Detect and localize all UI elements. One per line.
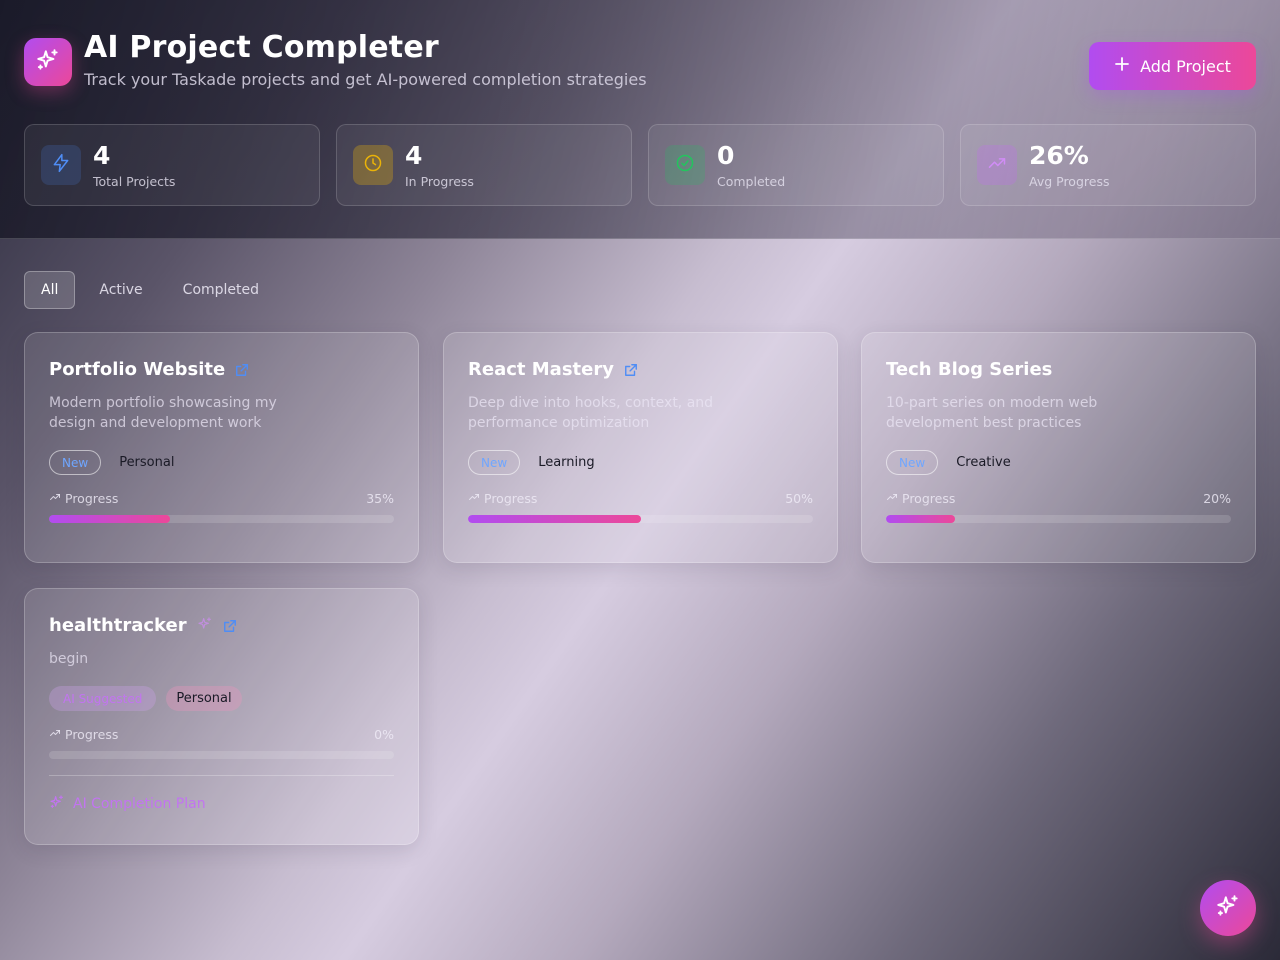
progress-bar-fill [468,515,641,523]
stat-label: In Progress [405,174,474,189]
external-link-icon[interactable] [223,619,237,633]
ai-assistant-fab[interactable] [1200,880,1256,936]
project-tags: New Personal [49,450,182,475]
project-description: 10-part series on modern web development… [886,395,1098,431]
trending-up-icon [49,727,61,742]
progress-bar [49,515,394,523]
check-circle-icon [675,153,695,177]
clock-icon [363,153,383,177]
progress-label: Progress [65,491,119,506]
project-title: Tech Blog Series [886,359,1053,380]
add-project-button[interactable]: Add Project [1089,42,1256,90]
trending-up-icon [987,153,1007,177]
stat-icon-box [977,145,1017,185]
stat-value: 4 [93,141,111,170]
project-title: Portfolio Website [49,359,226,380]
project-title: healthtracker [49,615,187,636]
stat-value: 26% [1029,141,1089,170]
tab-completed[interactable]: Completed [167,271,275,309]
tab-all[interactable]: All [24,271,76,309]
project-tags: AI Suggested Personal [49,686,242,711]
progress-percent: 20% [1203,491,1231,506]
progress-label: Progress [902,491,956,506]
status-badge: New [49,450,102,475]
progress-bar-fill [886,515,955,523]
progress-bar [468,515,813,523]
progress-percent: 50% [785,491,813,506]
project-tags: New Creative [886,450,1019,475]
category-badge: Learning [538,455,595,470]
sparkles-icon [49,794,65,814]
progress-row: Progress 20% [886,491,1231,506]
project-description: begin [49,651,89,667]
progress-label-group: Progress [468,491,537,506]
progress-bar [886,515,1231,523]
card-title-row: Tech Blog Series [886,359,1052,380]
page-title: AI Project Completer [84,30,439,65]
add-project-label: Add Project [1140,56,1231,76]
lightning-icon [51,153,71,177]
ai-completion-plan-label: AI Completion Plan [73,796,206,812]
status-badge: AI Suggested [49,686,157,711]
status-badge: New [886,450,939,475]
stat-label: Avg Progress [1029,174,1110,189]
progress-bar [49,751,394,759]
progress-percent: 0% [374,727,394,742]
filter-tabs: All Active Completed [24,271,275,309]
stat-icon-box [353,145,393,185]
trending-up-icon [886,491,898,506]
stat-icon-box [41,145,81,185]
card-title-row: healthtracker [49,615,237,636]
tab-active[interactable]: Active [83,271,158,309]
sparkles-icon [1215,893,1241,923]
progress-label-group: Progress [49,491,118,506]
progress-label: Progress [484,491,538,506]
stat-label: Completed [717,174,786,189]
plus-icon [1114,56,1130,76]
stat-value: 0 [717,141,735,170]
trending-up-icon [468,491,480,506]
sparkles-icon [35,47,61,77]
stat-value: 4 [405,141,423,170]
stat-card-completed: 0 Completed [648,124,944,206]
stat-card-avg-progress: 26% Avg Progress [960,124,1256,206]
sparkles-icon [197,616,213,636]
progress-percent: 35% [366,491,394,506]
project-card-tech-blog-series[interactable]: Tech Blog Series 10-part series on moder… [861,332,1256,563]
stat-card-in-progress: 4 In Progress [336,124,632,206]
ai-completion-plan-button[interactable]: AI Completion Plan [49,794,206,814]
project-card-react-mastery[interactable]: React Mastery Deep dive into hooks, cont… [443,332,838,563]
progress-label-group: Progress [49,727,118,742]
trending-up-icon [49,491,61,506]
stat-card-total-projects: 4 Total Projects [24,124,320,206]
project-title: React Mastery [468,359,614,380]
card-divider [49,775,394,776]
page-subtitle: Track your Taskade projects and get AI-p… [84,70,647,89]
external-link-icon[interactable] [235,363,249,377]
project-description: Deep dive into hooks, context, and perfo… [468,395,714,431]
progress-row: Progress 50% [468,491,813,506]
progress-row: Progress 35% [49,491,394,506]
category-badge: Personal [119,455,175,470]
project-description: Modern portfolio showcasing my design an… [49,395,277,431]
category-badge: Creative [956,455,1011,470]
card-title-row: React Mastery [468,359,638,380]
external-link-icon[interactable] [624,363,638,377]
stat-label: Total Projects [93,174,176,189]
project-card-healthtracker[interactable]: healthtracker begin AI Suggested Persona… [24,588,419,845]
card-title-row: Portfolio Website [49,359,249,380]
header: AI Project Completer Track your Taskade … [0,0,1280,239]
app-logo [24,38,72,86]
progress-label-group: Progress [886,491,955,506]
category-badge: Personal [166,686,242,711]
stat-icon-box [665,145,705,185]
progress-label: Progress [65,727,119,742]
project-card-portfolio-website[interactable]: Portfolio Website Modern portfolio showc… [24,332,419,563]
status-badge: New [468,450,521,475]
progress-bar-fill [49,515,170,523]
progress-row: Progress 0% [49,727,394,742]
project-tags: New Learning [468,450,603,475]
